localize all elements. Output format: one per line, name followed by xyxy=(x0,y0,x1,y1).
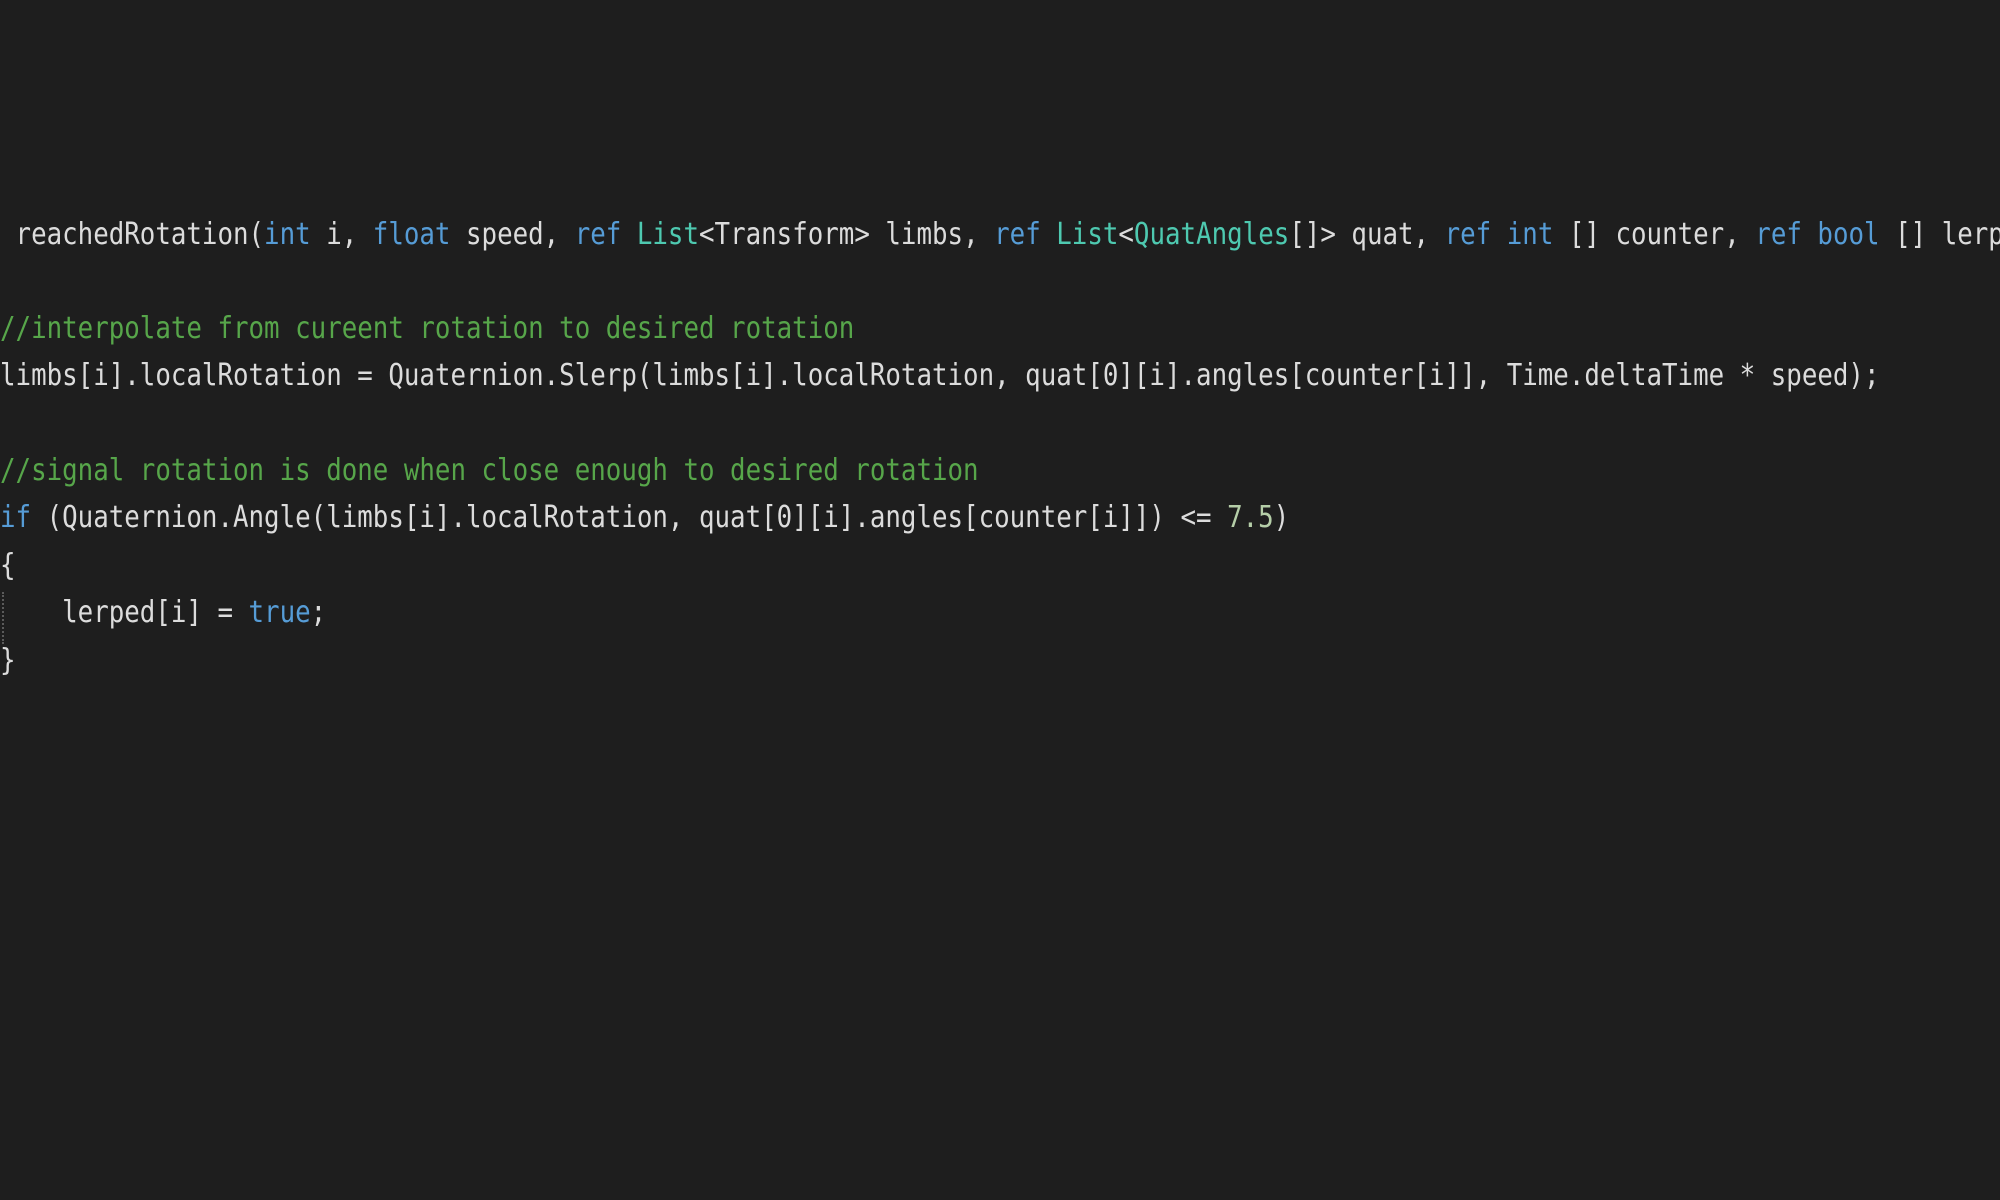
code-token-number: 7.5 xyxy=(1227,500,1274,535)
code-token-plain: } xyxy=(0,643,16,678)
code-token-keyword: true xyxy=(248,595,311,630)
code-line-if-condition[interactable]: if (Quaternion.Angle(limbs[i].localRotat… xyxy=(0,498,1289,538)
code-line-method-signature[interactable]: reachedRotation(int i, float speed, ref … xyxy=(0,215,2000,255)
code-token-keyword: bool xyxy=(1817,217,1880,252)
code-token-keyword: if xyxy=(0,500,32,535)
code-line-close-brace[interactable]: } xyxy=(0,641,16,681)
code-line-assignment[interactable]: lerped[i] = true; xyxy=(0,593,326,633)
code-token-keyword: int xyxy=(1506,217,1554,252)
code-token-plain: <Transform> limbs, xyxy=(699,217,995,252)
code-token-plain: limbs[i].localRotation = Quaternion.Sler… xyxy=(0,358,1880,393)
code-line-open-brace[interactable]: { xyxy=(0,546,16,586)
code-token-plain: ) xyxy=(1273,500,1290,535)
code-token-keyword: ref xyxy=(994,217,1041,252)
code-token-plain: reachedRotation( xyxy=(0,217,265,252)
code-token-keyword: int xyxy=(264,217,311,252)
code-token-plain: { xyxy=(0,548,16,583)
code-token-plain: [] lerpe xyxy=(1895,217,2000,252)
code-token-plain: < xyxy=(1118,217,1134,252)
code-token-plain: ; xyxy=(310,595,327,630)
code-token-plain: speed, xyxy=(450,217,575,252)
code-token-keyword: ref xyxy=(1755,217,1802,252)
code-token-keyword: ref xyxy=(1444,217,1492,252)
code-editor[interactable]: reachedRotation(int i, float speed, ref … xyxy=(0,0,2000,1200)
code-token-keyword: ref xyxy=(574,217,622,252)
code-token-plain: lerped[i] = xyxy=(0,595,249,630)
code-token-type: QuatAngles xyxy=(1133,217,1290,252)
code-token-comment: //interpolate from cureent rotation to d… xyxy=(0,311,855,346)
code-line-comment-interpolate[interactable]: //interpolate from cureent rotation to d… xyxy=(0,309,854,349)
code-token-keyword: float xyxy=(372,217,451,252)
code-token-plain: i, xyxy=(310,217,373,252)
code-token-plain: [] counter, xyxy=(1553,217,1756,252)
code-line-comment-signal[interactable]: //signal rotation is done when close eno… xyxy=(0,451,979,491)
code-token-comment: //signal rotation is done when close eno… xyxy=(0,453,979,488)
code-token-plain: (Quaternion.Angle(limbs[i].localRotation… xyxy=(31,500,1228,535)
code-token-type: List xyxy=(636,217,700,252)
code-token-type: List xyxy=(1056,217,1119,252)
code-line-slerp[interactable]: limbs[i].localRotation = Quaternion.Sler… xyxy=(0,356,1879,396)
code-token-plain: []> quat, xyxy=(1289,217,1445,252)
